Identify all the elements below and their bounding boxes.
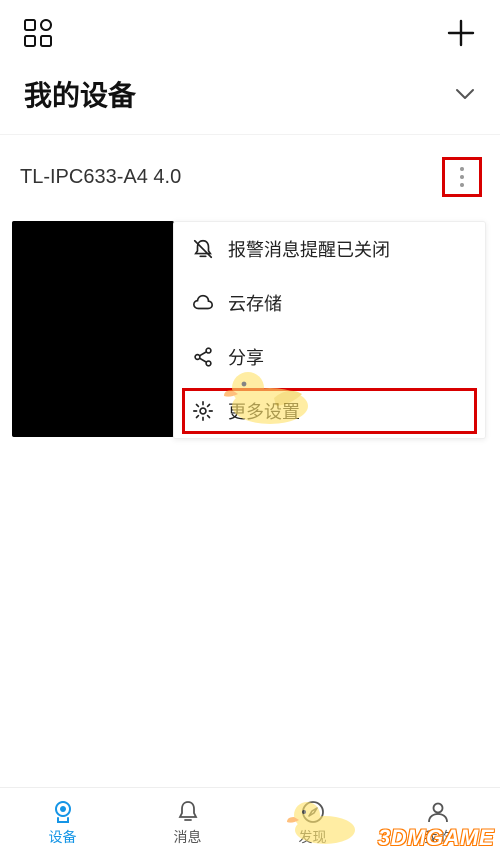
watermark-text: 3DMGAME	[378, 825, 494, 851]
device-name: TL-IPC633-A4 4.0	[20, 166, 181, 189]
cloud-icon	[192, 292, 214, 314]
device-card: TL-IPC633-A4 4.0 报警	[0, 135, 500, 439]
tab-label: 设备	[49, 827, 77, 847]
bell-icon	[175, 799, 201, 825]
more-vertical-icon	[460, 167, 464, 187]
device-header: TL-IPC633-A4 4.0	[12, 157, 486, 197]
menu-item-more-settings[interactable]: 更多设置	[174, 384, 485, 438]
highlight-box	[182, 388, 477, 434]
chevron-down-icon	[454, 83, 476, 105]
tab-message[interactable]: 消息	[125, 788, 250, 857]
menu-item-label: 分享	[228, 344, 264, 370]
menu-item-label: 报警消息提醒已关闭	[228, 236, 390, 262]
device-body: 报警消息提醒已关闭 云存储	[12, 221, 486, 439]
device-menu: 报警消息提醒已关闭 云存储	[173, 221, 486, 439]
bell-off-icon	[192, 238, 214, 260]
tab-device[interactable]: 设备	[0, 788, 125, 857]
section-header[interactable]: 我的设备	[0, 56, 500, 134]
share-icon	[192, 346, 214, 368]
top-bar	[0, 0, 500, 56]
device-more-button[interactable]	[442, 157, 482, 197]
menu-item-label: 云存储	[228, 290, 282, 316]
menu-item-cloud[interactable]: 云存储	[174, 276, 485, 330]
menu-item-label: 更多设置	[228, 398, 300, 424]
gear-icon	[192, 400, 214, 422]
add-device-button[interactable]	[446, 18, 476, 48]
app-screen: 我的设备 TL-IPC633-A4 4.0	[0, 0, 500, 857]
section-title: 我的设备	[24, 74, 136, 114]
tab-label: 发现	[299, 827, 327, 847]
dashboard-icon[interactable]	[24, 19, 52, 47]
menu-item-alarm[interactable]: 报警消息提醒已关闭	[174, 222, 485, 276]
tab-label: 消息	[174, 827, 202, 847]
camera-thumbnail[interactable]	[12, 221, 174, 437]
camera-icon	[50, 799, 76, 825]
compass-icon	[300, 799, 326, 825]
tab-discover[interactable]: 发现	[250, 788, 375, 857]
person-icon	[425, 799, 451, 825]
menu-item-share[interactable]: 分享	[174, 330, 485, 384]
